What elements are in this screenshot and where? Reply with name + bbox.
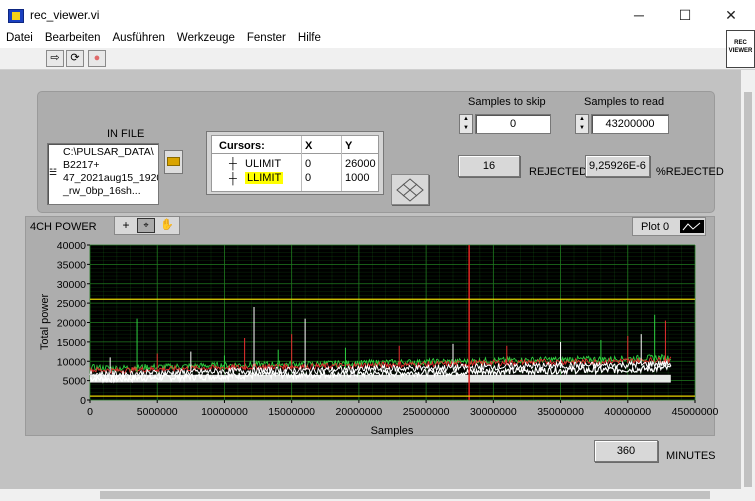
x-tick-label: 40000000 bbox=[604, 406, 651, 418]
x-tick-label: 10000000 bbox=[201, 406, 248, 418]
y-tick-label: 25000 bbox=[57, 298, 86, 310]
x-tick-label: 35000000 bbox=[537, 406, 584, 418]
horizontal-scroll-thumb[interactable] bbox=[100, 491, 710, 499]
x-tick-label: 30000000 bbox=[470, 406, 517, 418]
vertical-scroll-thumb[interactable] bbox=[744, 92, 752, 487]
x-tick-label: 25000000 bbox=[403, 406, 450, 418]
y-axis-label: Total power bbox=[39, 294, 51, 351]
series-white-band bbox=[90, 374, 671, 383]
y-tick-label: 5000 bbox=[63, 376, 87, 388]
x-tick-label: 45000000 bbox=[672, 406, 719, 418]
y-tick-label: 30000 bbox=[57, 279, 86, 291]
y-axis-ticks: 0 5000 10000 15000 20000 25000 30000 35000 40000 bbox=[57, 240, 90, 407]
y-tick-label: 0 bbox=[80, 395, 86, 407]
x-tick-label: 5000000 bbox=[137, 406, 178, 418]
y-tick-label: 15000 bbox=[57, 337, 86, 349]
y-tick-label: 10000 bbox=[57, 356, 86, 368]
plot-svg: 0 5000000 10000000 15000000 20000000 25000000… bbox=[39, 240, 719, 437]
x-tick-label: 20000000 bbox=[336, 406, 383, 418]
x-tick-label: 15000000 bbox=[268, 406, 315, 418]
minutes-indicator: 360 bbox=[594, 440, 658, 462]
x-axis-ticks: 0 5000000 10000000 15000000 20000000 25000000… bbox=[87, 400, 719, 418]
y-tick-label: 20000 bbox=[57, 318, 86, 330]
x-tick-label: 0 bbox=[87, 406, 93, 418]
x-axis-label: Samples bbox=[371, 425, 414, 437]
minutes-label: MINUTES bbox=[666, 450, 716, 462]
y-tick-label: 40000 bbox=[57, 240, 86, 252]
y-tick-label: 35000 bbox=[57, 259, 86, 271]
